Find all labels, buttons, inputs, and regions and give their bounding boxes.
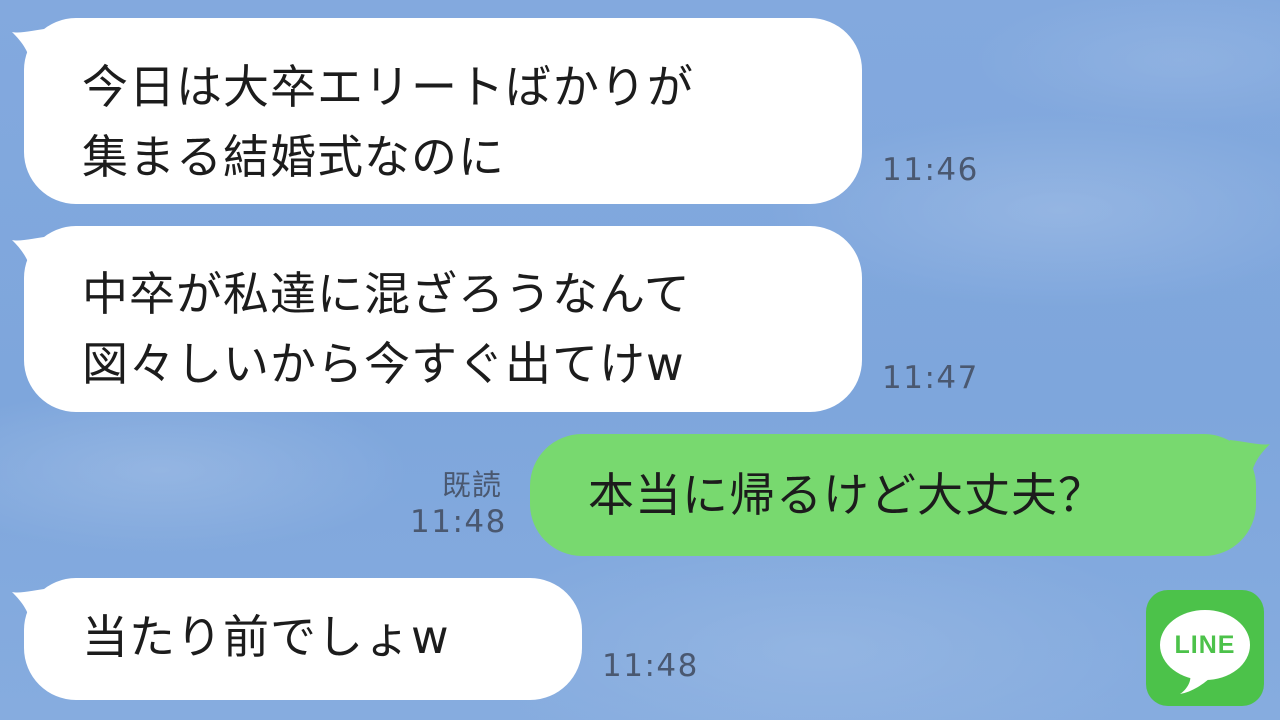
line-logo-text: LINE [1174,631,1236,659]
message-timestamp: 11:48 [602,648,699,684]
message-timestamp: 11:46 [882,152,979,188]
message-text-line: 中卒が私達に混ざろうなんて [82,267,691,321]
bubble-tail [12,588,72,630]
message-text-line: 本当に帰るけど大丈夫？ [588,468,1105,522]
message-text-line: 当たり前でしょw [82,610,450,664]
message-bubble-incoming[interactable]: 中卒が私達に混ざろうなんて 図々しいから今すぐ出てけw [12,226,862,412]
message-bubble-outgoing[interactable]: 本当に帰るけど大丈夫？ [530,434,1270,556]
bubble-tail [1210,440,1270,482]
bubble-tail [12,28,72,70]
message-text-line: 図々しいから今すぐ出てけw [82,337,685,391]
message-timestamp: 11:47 [882,360,979,396]
message-bubble-incoming[interactable]: 当たり前でしょw [12,578,582,700]
line-app-icon: LINE [1146,590,1264,706]
message-timestamp: 11:48 [410,504,507,540]
message-text-line: 集まる結婚式なのに [82,130,505,184]
read-receipt: 既読 [442,468,503,502]
bubble-tail [12,236,72,278]
message-bubble-incoming[interactable]: 今日は大卒エリートばかりが 集まる結婚式なのに [12,18,862,204]
message-text-line: 今日は大卒エリートばかりが [82,60,694,114]
